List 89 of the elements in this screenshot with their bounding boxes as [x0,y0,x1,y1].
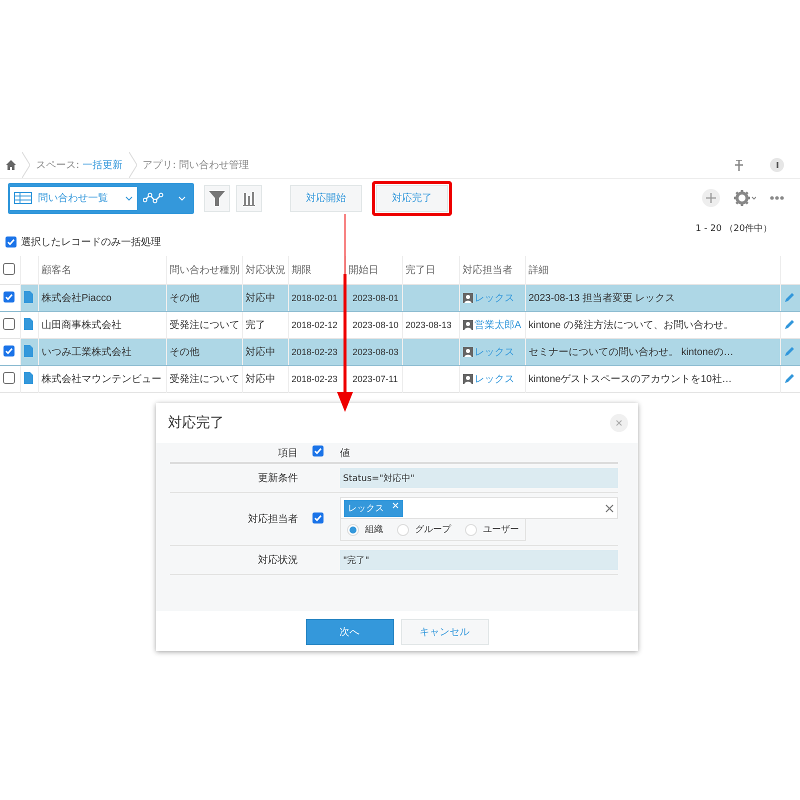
user-icon [462,346,472,356]
breadcrumb-link[interactable]: 一括更新 [82,160,123,171]
checkbox[interactable] [5,236,17,248]
value-field: Status="対応中" [340,468,618,488]
table-cell: 山田商事株式会社 [42,320,122,331]
user-field[interactable]: レックス [340,497,618,519]
table-cell: 完了 [246,320,266,331]
checkbox[interactable] [312,445,324,457]
table-cell: いつみ工業株式会社 [42,347,132,358]
table-cell: 株式会社Piacco [42,293,112,304]
field-label: 更新条件 [257,472,299,485]
user-tag: レックス [344,500,403,516]
breadcrumb-separator-icon [128,152,137,178]
table-cell: セミナーについての問い合わせ。 kintoneの… [528,347,734,358]
record-count: 1 - 20 （20件中） [694,222,773,232]
settings-icon[interactable] [734,190,756,206]
user-link[interactable]: 営業太郎A [462,318,522,332]
edit-icon[interactable] [784,318,794,330]
remove-icon[interactable] [392,502,399,508]
document-icon[interactable] [24,344,32,356]
pin-icon[interactable] [734,160,744,170]
caret-icon [125,195,133,201]
filter-icon [209,190,225,206]
table-cell: kintoneゲストスペースのアカウントを10社… [528,374,732,385]
table-cell: 2023-08-01 [352,293,399,303]
row-checkbox[interactable] [3,290,15,302]
info-icon[interactable] [770,158,784,172]
radio-option[interactable]: 組織 [347,523,383,536]
action-button[interactable]: 対応完了 [376,184,448,212]
table-cell: 2018-02-23 [292,347,338,357]
table-cell: 2023-08-13 担当者変更 レックス [528,293,676,304]
bar-chart-icon [243,190,255,206]
filter-button[interactable] [204,184,230,212]
table-cell: 2023-08-03 [352,347,399,357]
table-cell: 2023-08-13 [406,320,452,330]
breadcrumb-item[interactable]: アプリ: 問い合わせ管理 [142,158,728,172]
radio-option[interactable]: グループ [397,523,451,536]
edit-icon[interactable] [784,372,794,384]
view-selector[interactable]: 問い合わせ一覧 [10,186,137,210]
document-icon[interactable] [24,290,32,302]
breadcrumb-separator-icon [22,152,30,178]
action-button[interactable]: 対応開始 [290,184,362,212]
home-icon[interactable] [6,160,16,170]
row-checkbox[interactable] [3,344,15,356]
document-icon[interactable] [24,372,32,384]
table-icon [14,192,32,204]
table-cell: 2023-07-11 [352,374,398,384]
user-icon [462,292,472,302]
field-label: 対応担当者 [247,512,299,526]
table-cell: その他 [170,293,200,304]
table-cell: 対応中 [246,293,276,304]
select-all-checkbox[interactable] [3,262,15,274]
checkbox-label: 選択したレコードのみ一括処理 [21,236,161,249]
table-cell: 対応中 [246,347,276,358]
dialog-title: 対応完了 [168,414,224,432]
clear-icon[interactable] [605,504,614,512]
table-cell: 2018-02-23 [292,374,338,384]
table-cell: 受発注について [170,320,240,331]
table-cell: kintone の発注方法について、お問い合わせ。 [528,320,734,331]
chart-button[interactable] [236,184,262,212]
field-label: 対応状況 [257,554,299,567]
more-icon[interactable] [770,196,784,200]
row-checkbox[interactable] [3,318,15,330]
user-icon [462,374,472,384]
checkbox[interactable] [312,512,324,524]
table-cell: 2018-02-12 [292,320,338,330]
caret-icon [178,195,186,201]
add-icon[interactable] [702,189,720,207]
next-button[interactable]: 次へ [306,619,394,645]
table-cell: 受発注について [170,374,240,385]
table-cell: その他 [170,347,200,358]
user-icon [462,320,472,330]
cancel-button[interactable]: キャンセル [400,619,488,645]
row-checkbox[interactable] [3,372,15,384]
column-header: 項目 [277,446,299,460]
table-cell: 株式会社マウンテンビュー [42,374,162,385]
breadcrumb-label: スペース: [36,160,80,171]
edit-icon[interactable] [784,344,794,356]
document-icon[interactable] [24,318,32,330]
table-cell: 2018-02-01 [292,293,338,303]
table-cell: 対応中 [246,374,276,385]
column-header: 値 [340,446,351,460]
user-link[interactable]: レックス [462,372,514,386]
radio-option[interactable]: ユーザー [465,523,519,536]
graph-icon [143,192,164,204]
table-cell: 2023-08-10 [352,320,399,330]
edit-icon[interactable] [784,290,794,302]
close-icon[interactable] [610,414,628,432]
value-field: "完了" [340,550,618,570]
